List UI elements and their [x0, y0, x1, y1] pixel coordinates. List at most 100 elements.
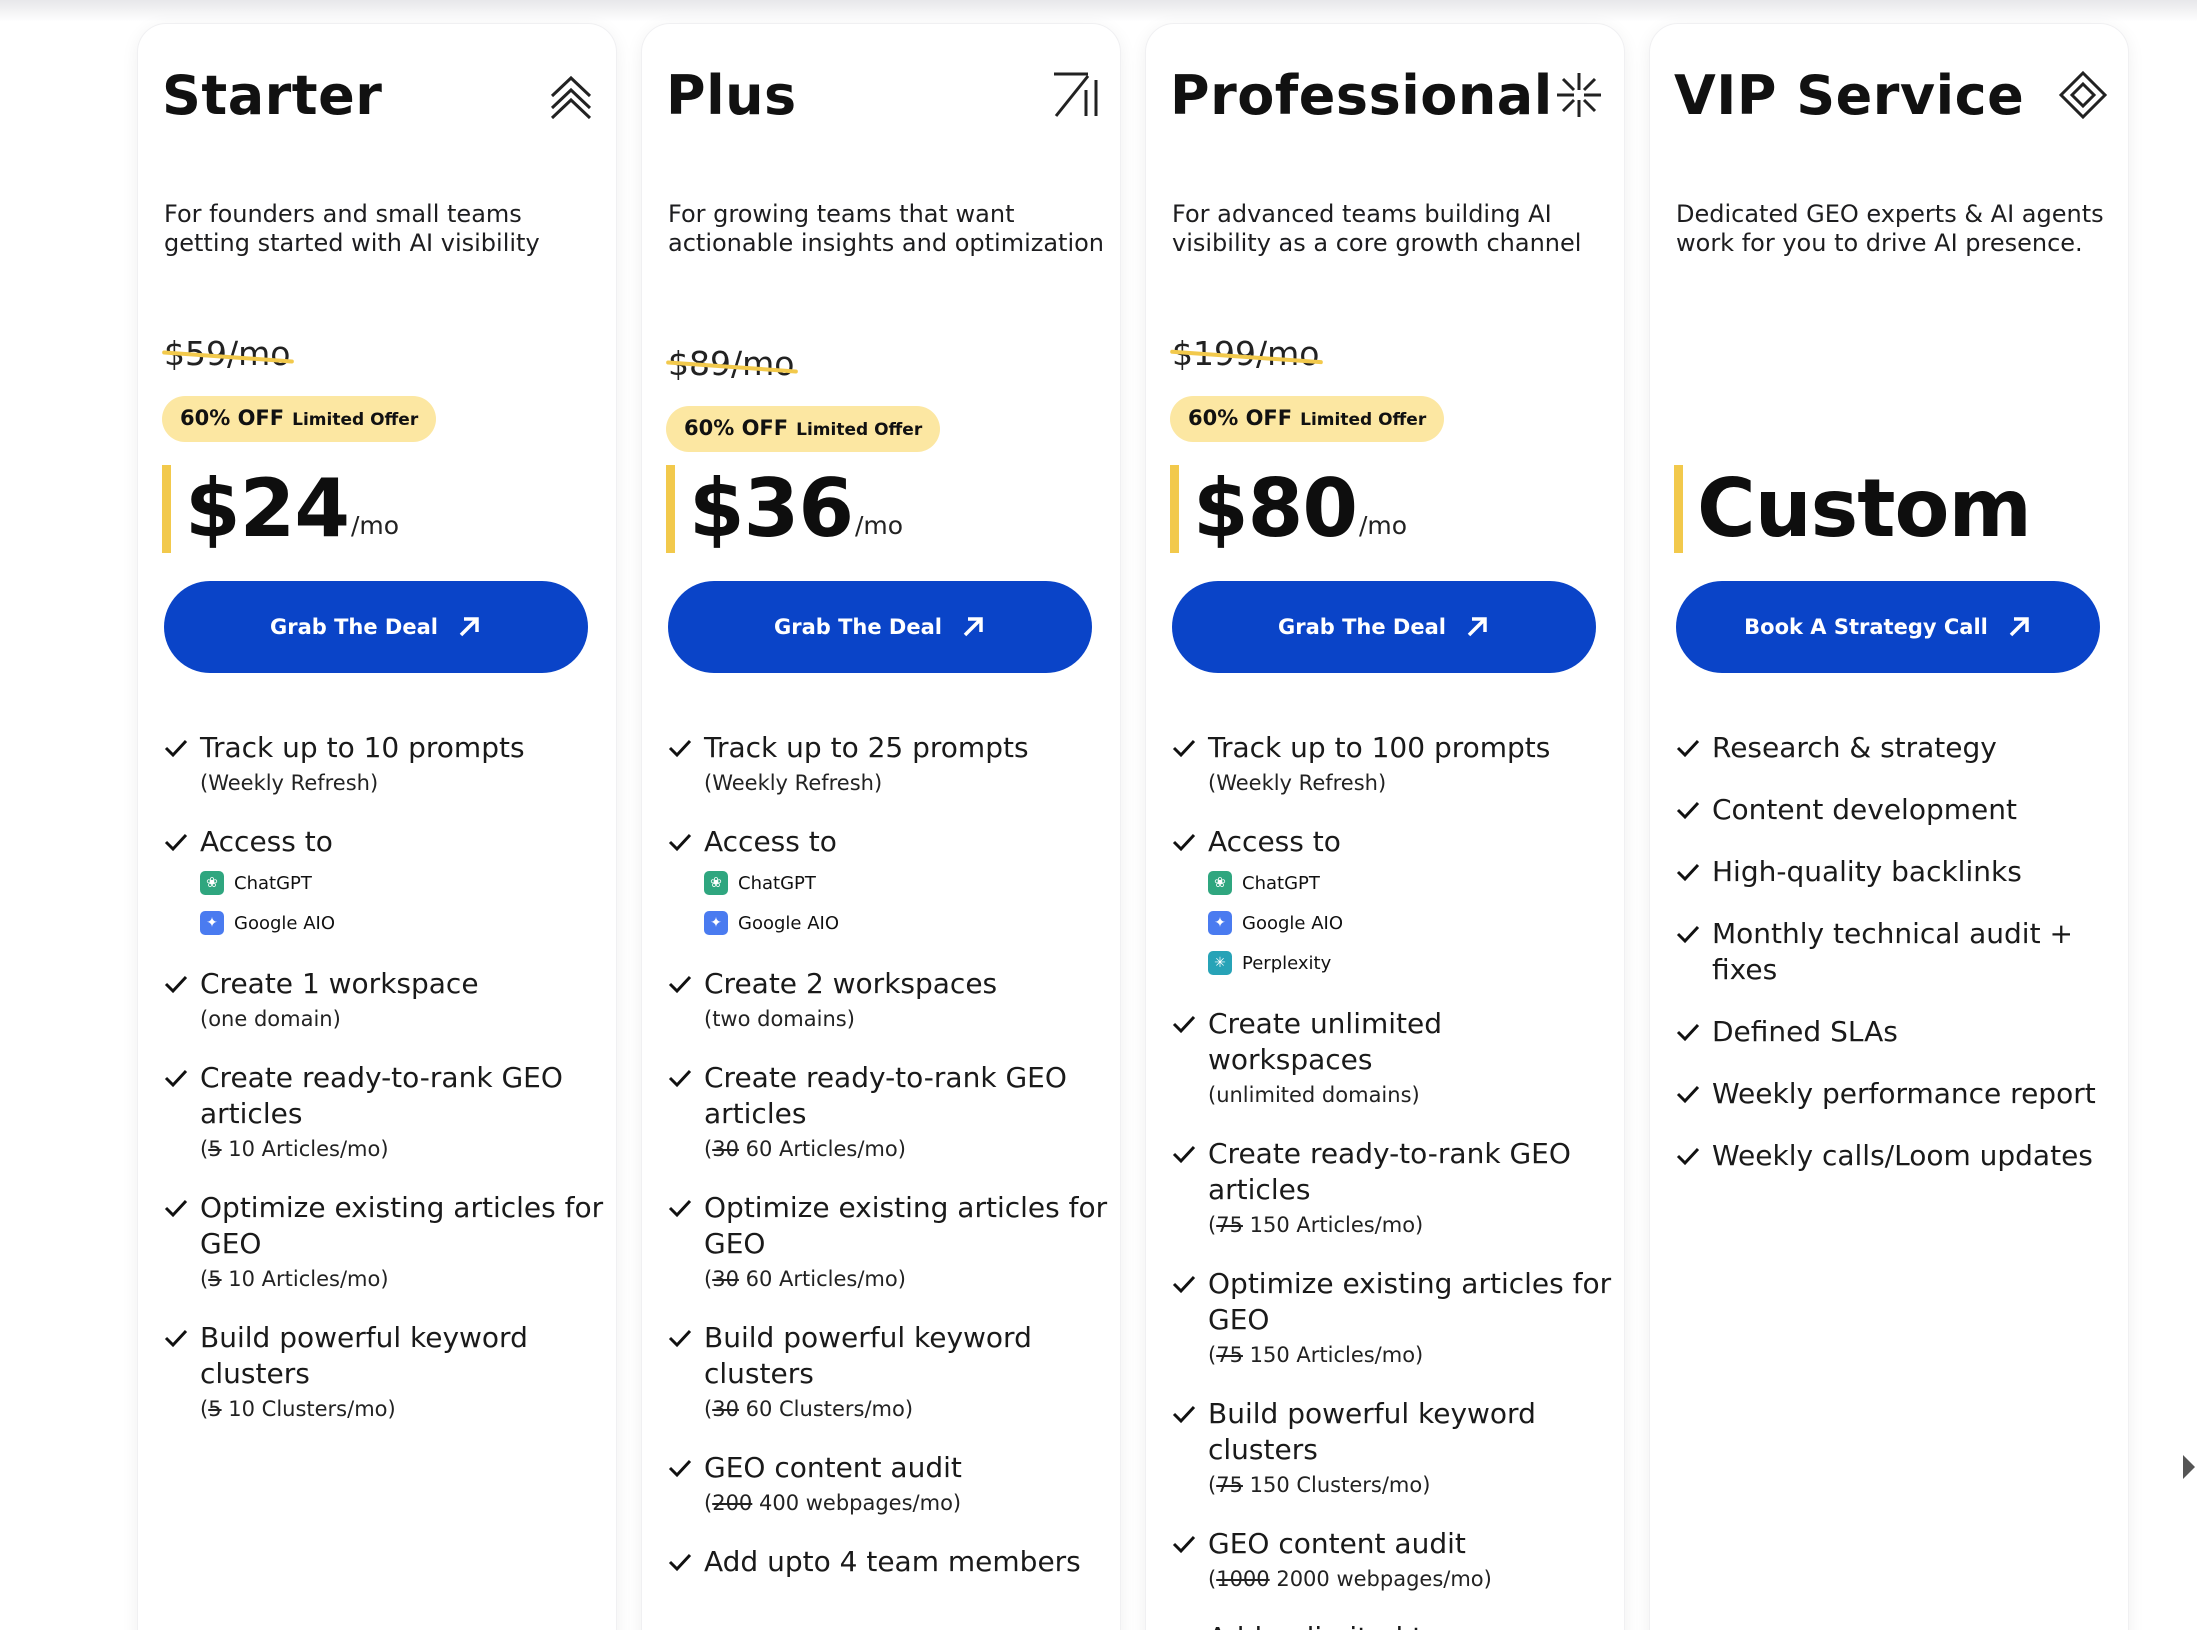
check-icon: [164, 975, 188, 994]
check-icon: [1676, 1085, 1700, 1104]
old-quota: 30: [712, 1137, 739, 1161]
carousel-next-arrow-icon[interactable]: [2181, 1452, 2197, 1482]
feature-title: Research & strategy: [1712, 731, 1997, 764]
feature-item: Monthly technical audit + fixes: [1676, 916, 2116, 988]
feature-quota: (5 10 Articles/mo): [200, 1137, 389, 1161]
feature-title: Create 1 workspace: [200, 967, 479, 1000]
feature-item: Optimize existing articles for GEO (75 15…: [1172, 1266, 1612, 1370]
feature-item: Access to ❀ ChatGPT ✦ Google AIO ✳ Perplexity: [1172, 824, 1612, 980]
feature-item: GEO content audit (200 400 webpages/mo): [668, 1450, 1108, 1518]
feature-item: Create unlimited workspaces (unlimited do…: [1172, 1006, 1612, 1110]
feature-quota: (5 10 Clusters/mo): [200, 1397, 396, 1421]
plan-card-starter: Starter For founders and small teams gett…: [138, 24, 616, 1630]
feature-item: Track up to 10 prompts (Weekly Refresh): [164, 730, 604, 798]
feature-quota: (1000 2000 webpages/mo): [1208, 1567, 1492, 1591]
sparkle-burst-icon: [1554, 70, 1604, 120]
diamond-icon: [2058, 70, 2108, 120]
old-quota: 75: [1216, 1473, 1243, 1497]
grab-the-deal-button[interactable]: Grab The Deal: [668, 581, 1092, 673]
discount-badge: 60% OFF Limited Offer: [1170, 396, 1445, 442]
check-icon: [1676, 1023, 1700, 1042]
plan-card-vip-service: VIP Service Dedicated GEO experts & AI ag…: [1650, 24, 2128, 1630]
check-icon: [1172, 1405, 1196, 1424]
plan-card-professional: Professional For advanced teams building …: [1146, 24, 1624, 1630]
check-icon: [1172, 1535, 1196, 1554]
discount-badge: 60% OFF Limited Offer: [666, 406, 941, 452]
price-amount: $24: [185, 462, 350, 555]
old-quota: 5: [208, 1397, 222, 1421]
feature-quota: (30 60 Clusters/mo): [704, 1397, 914, 1421]
new-quota: 400 webpages/mo): [752, 1491, 962, 1515]
check-icon: [668, 833, 692, 852]
feature-item: Add upto 4 team members: [668, 1544, 1108, 1580]
grab-the-deal-button[interactable]: Grab The Deal: [1172, 581, 1596, 673]
grab-the-deal-button[interactable]: Grab The Deal: [164, 581, 588, 673]
plan-name: Professional: [1170, 64, 1553, 127]
feature-quota: (30 60 Articles/mo): [704, 1267, 906, 1291]
feature-item: Build powerful keyword clusters (5 10 Clu…: [164, 1320, 604, 1424]
feature-item: Add unlimited team: [1172, 1620, 1612, 1630]
google-aio-logo-icon: ✦: [704, 911, 728, 935]
feature-title: Access to: [200, 825, 333, 858]
arrow-up-right-icon: [459, 617, 479, 637]
new-quota: 60 Articles/mo): [738, 1267, 906, 1291]
feature-title: Create ready-to-rank GEO articles: [1208, 1137, 1571, 1206]
feature-title: Build powerful keyword clusters: [1208, 1397, 1536, 1466]
check-icon: [1172, 1145, 1196, 1164]
feature-list: Track up to 100 prompts (Weekly Refresh) A…: [1172, 730, 1612, 1630]
feature-quota: (30 60 Articles/mo): [704, 1137, 906, 1161]
price-amount: $80: [1193, 462, 1358, 555]
feature-title: Create ready-to-rank GEO articles: [200, 1061, 563, 1130]
model-perplexity: ✳ Perplexity: [1208, 946, 1612, 980]
old-quota: 30: [712, 1267, 739, 1291]
feature-note: (Weekly Refresh): [200, 771, 379, 795]
new-quota: 150 Articles/mo): [1242, 1213, 1424, 1237]
arrow-up-right-bars-icon: [1050, 70, 1100, 120]
price-period: /mo: [351, 510, 400, 540]
chatgpt-logo-icon: ❀: [704, 871, 728, 895]
plan-description: For advanced teams building AI visibilit…: [1172, 200, 1582, 257]
feature-item: Content development: [1676, 792, 2116, 828]
arrow-up-right-icon: [2009, 617, 2029, 637]
feature-item: Build powerful keyword clusters (75 150 C…: [1172, 1396, 1612, 1500]
original-price: $89/mo: [666, 344, 799, 383]
plan-description: For growing teams that want actionable i…: [668, 200, 1105, 257]
feature-title: Create ready-to-rank GEO articles: [704, 1061, 1067, 1130]
plan-name: VIP Service: [1674, 64, 2025, 127]
old-quota: 75: [1216, 1213, 1243, 1237]
book-a-strategy-call-button[interactable]: Book A Strategy Call: [1676, 581, 2100, 673]
feature-title: Build powerful keyword clusters: [200, 1321, 528, 1390]
old-quota: 5: [208, 1267, 222, 1291]
plan-card-plus: Plus For growing teams that want actionab…: [642, 24, 1120, 1630]
feature-note: (unlimited domains): [1208, 1083, 1420, 1107]
check-icon: [1676, 1147, 1700, 1166]
feature-item: Create 1 workspace (one domain): [164, 966, 604, 1034]
check-icon: [1676, 739, 1700, 758]
model-google-aio: ✦ Google AIO: [704, 906, 1108, 940]
price: $80/mo: [1170, 464, 1407, 554]
feature-title: High-quality backlinks: [1712, 855, 2022, 888]
feature-list: Track up to 25 prompts (Weekly Refresh) Ac…: [668, 730, 1108, 1606]
arrow-up-right-icon: [1467, 617, 1487, 637]
chatgpt-logo-icon: ❀: [200, 871, 224, 895]
feature-quota: (5 10 Articles/mo): [200, 1267, 389, 1291]
feature-title: Monthly technical audit + fixes: [1712, 917, 2073, 986]
price: Custom: [1674, 464, 2032, 554]
feature-title: Access to: [704, 825, 837, 858]
model-chatgpt: ❀ ChatGPT: [704, 866, 1108, 900]
feature-item: Weekly performance report: [1676, 1076, 2116, 1112]
check-icon: [668, 1553, 692, 1572]
model-chatgpt: ❀ ChatGPT: [1208, 866, 1612, 900]
feature-title: Add upto 4 team members: [704, 1545, 1081, 1578]
check-icon: [1676, 925, 1700, 944]
new-quota: 10 Clusters/mo): [221, 1397, 396, 1421]
feature-item: Optimize existing articles for GEO (30 60…: [668, 1190, 1108, 1294]
check-icon: [668, 975, 692, 994]
check-icon: [1172, 739, 1196, 758]
top-shadow: [0, 0, 2197, 22]
check-icon: [164, 833, 188, 852]
feature-title: Add unlimited team: [1208, 1620, 1612, 1630]
new-quota: 10 Articles/mo): [221, 1267, 389, 1291]
model-chatgpt: ❀ ChatGPT: [200, 866, 604, 900]
discount-badge: 60% OFF Limited Offer: [162, 396, 437, 442]
